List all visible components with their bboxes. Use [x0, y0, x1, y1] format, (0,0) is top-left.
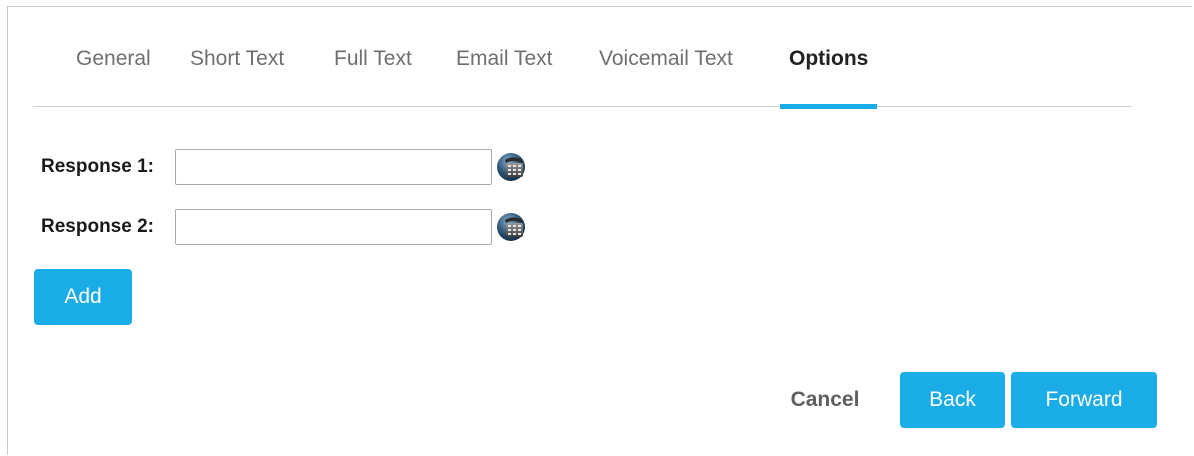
add-button[interactable]: Add [34, 269, 132, 325]
response-1-label: Response 1: [41, 156, 154, 177]
phone-icon[interactable] [496, 152, 530, 182]
response-1-input[interactable] [175, 149, 492, 185]
tab-general[interactable]: General [76, 44, 151, 106]
response-2-label: Response 2: [41, 216, 154, 237]
tab-voicemail-text[interactable]: Voicemail Text [599, 44, 733, 106]
back-button[interactable]: Back [900, 372, 1005, 428]
tab-email-text[interactable]: Email Text [456, 44, 552, 106]
options-panel: General Short Text Full Text Email Text … [7, 6, 1192, 455]
cancel-button[interactable]: Cancel [770, 372, 880, 428]
response-2-input[interactable] [175, 209, 492, 245]
tab-short-text[interactable]: Short Text [190, 44, 284, 106]
tab-full-text[interactable]: Full Text [334, 44, 412, 106]
tab-options[interactable]: Options [779, 44, 878, 109]
tab-bar: General Short Text Full Text Email Text … [33, 44, 1132, 109]
phone-icon[interactable] [496, 212, 530, 242]
forward-button[interactable]: Forward [1011, 372, 1157, 428]
